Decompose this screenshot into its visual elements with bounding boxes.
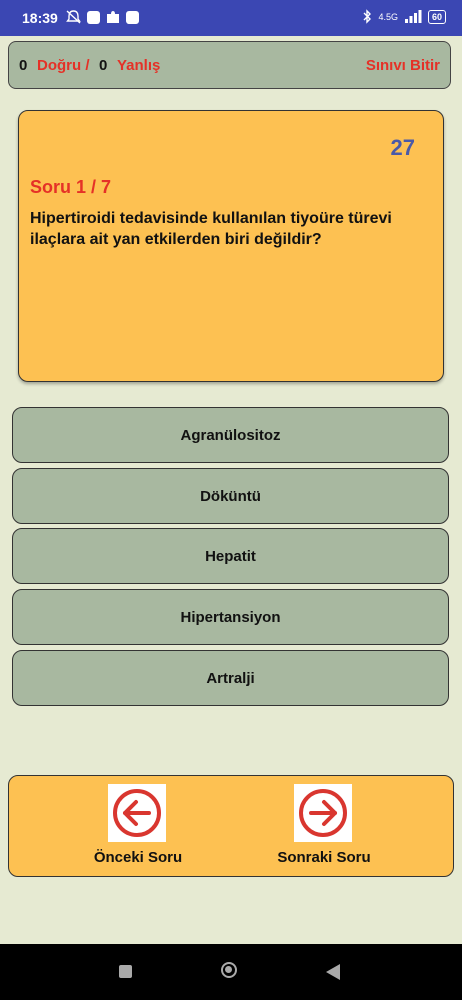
wrong-count: 0 bbox=[99, 57, 108, 74]
recents-icon[interactable] bbox=[119, 965, 132, 978]
puzzle-icon bbox=[107, 11, 119, 23]
finish-exam-button[interactable]: Sınıvı Bitir bbox=[366, 57, 440, 74]
wrong-label: Yanlış bbox=[117, 57, 161, 74]
network-type: 4.5G bbox=[378, 11, 398, 22]
app-notification-icon-2 bbox=[126, 10, 139, 24]
mute-alarm-icon bbox=[66, 10, 81, 24]
next-question-label[interactable]: Sonraki Soru bbox=[259, 849, 389, 866]
correct-count: 0 bbox=[19, 57, 28, 74]
back-icon[interactable] bbox=[326, 964, 340, 980]
answer-option-4[interactable]: Hipertansiyon bbox=[12, 589, 449, 645]
arrow-left-circle-icon[interactable] bbox=[108, 784, 166, 842]
home-icon[interactable] bbox=[221, 962, 237, 978]
answer-option-3[interactable]: Hepatit bbox=[12, 528, 449, 584]
notification-icons bbox=[66, 10, 139, 24]
signal-icon bbox=[404, 10, 422, 23]
question-card: 27 Soru 1 / 7 Hipertiroidi tedavisinde k… bbox=[18, 110, 444, 382]
question-navigation: Önceki Soru Sonraki Soru bbox=[8, 775, 454, 877]
app-notification-icon bbox=[87, 10, 100, 24]
score-bar: 0 Doğru / 0 Yanlış Sınıvı Bitir bbox=[8, 41, 451, 89]
question-text: Hipertiroidi tedavisinde kullanılan tiyo… bbox=[30, 210, 392, 248]
arrow-right-circle-icon[interactable] bbox=[294, 784, 352, 842]
status-bar: 18:39 4.5G 60 bbox=[0, 0, 462, 36]
status-time: 18:39 bbox=[22, 10, 58, 26]
question-timer: 27 bbox=[390, 135, 415, 160]
previous-question-label[interactable]: Önceki Soru bbox=[73, 849, 203, 866]
system-icons: 4.5G 60 bbox=[362, 9, 446, 24]
system-navigation-bar bbox=[0, 944, 462, 1000]
answer-option-1[interactable]: Agranülositoz bbox=[12, 407, 449, 463]
answer-option-5[interactable]: Artralji bbox=[12, 650, 449, 706]
next-question-button[interactable]: Sonraki Soru bbox=[259, 784, 389, 870]
answer-option-2[interactable]: Döküntü bbox=[12, 468, 449, 524]
battery-icon: 60 bbox=[427, 9, 446, 24]
question-number: Soru 1 / 7 bbox=[30, 177, 112, 197]
correct-label: Doğru / bbox=[37, 57, 90, 74]
bluetooth-icon bbox=[363, 9, 372, 24]
previous-question-button[interactable]: Önceki Soru bbox=[73, 784, 203, 870]
